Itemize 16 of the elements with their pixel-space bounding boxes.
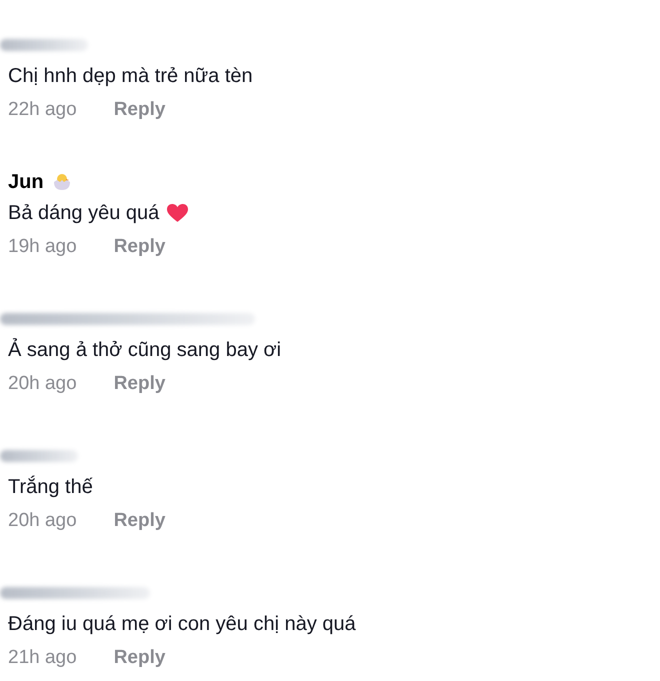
- comment-text: Đáng iu quá mẹ ơi con yêu chị này quá: [8, 612, 356, 637]
- comment-text: Chị hnh dẹp mà trẻ nữa tèn: [8, 64, 253, 89]
- comment-text: Trắng thế: [8, 474, 93, 500]
- reply-button[interactable]: Reply: [114, 96, 166, 124]
- reply-button[interactable]: Reply: [114, 370, 166, 398]
- timestamp: 20h ago: [8, 508, 77, 533]
- comment-text: Bả dáng yêu quá: [8, 201, 160, 226]
- timestamp: 21h ago: [8, 646, 77, 670]
- reply-button[interactable]: Reply: [114, 232, 166, 262]
- comment-text: Ả sang ả thở cũng sang bay ơi: [8, 337, 282, 363]
- timestamp: 19h ago: [8, 234, 77, 259]
- timestamp: 20h ago: [8, 372, 77, 396]
- reply-button[interactable]: Reply: [114, 506, 166, 536]
- reply-button[interactable]: Reply: [114, 644, 166, 672]
- timestamp: 22h ago: [8, 98, 77, 122]
- username[interactable]: Jun: [8, 167, 44, 197]
